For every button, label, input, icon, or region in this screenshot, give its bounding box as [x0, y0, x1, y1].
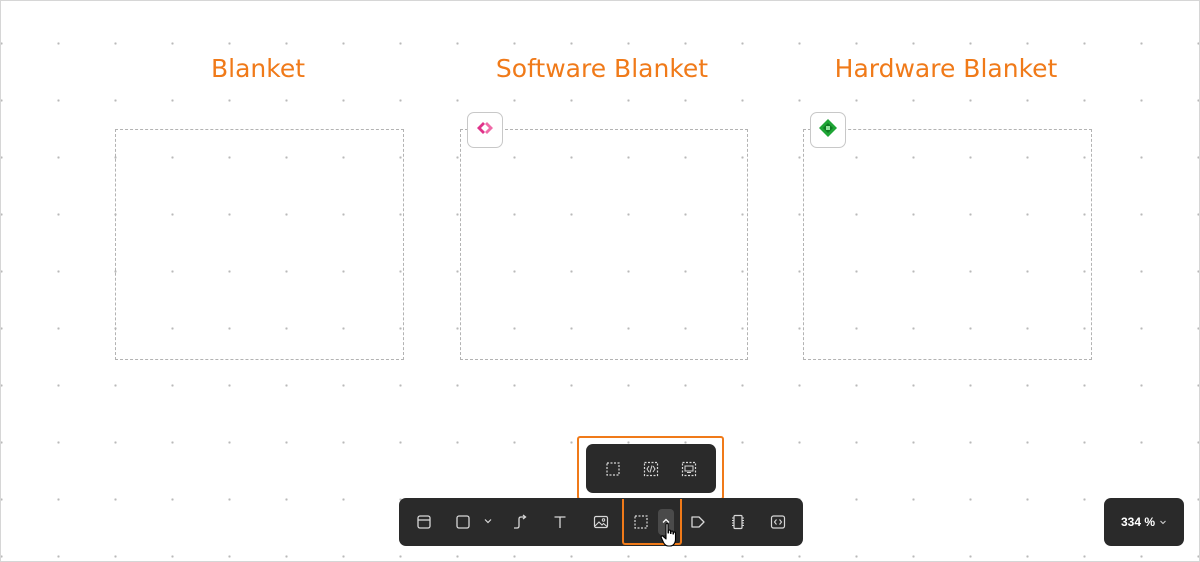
- text-icon: [552, 514, 568, 530]
- frame-tool-button[interactable]: [408, 506, 440, 538]
- zoom-dropdown[interactable]: 334 %: [1104, 498, 1184, 546]
- blanket-icon: [605, 461, 621, 477]
- blanket-title: Blanket: [210, 54, 306, 83]
- hand-cursor-icon: [660, 522, 678, 553]
- zoom-chevron-down-icon: [1159, 515, 1167, 529]
- connector-tool-button[interactable]: [504, 506, 536, 538]
- rectangle-icon: [455, 514, 471, 530]
- rectangle-tool-button[interactable]: [447, 506, 479, 538]
- popup-software-blanket-button[interactable]: [635, 453, 667, 485]
- hardware-blanket-badge[interactable]: [810, 112, 846, 148]
- hardware-blanket-title: Hardware Blanket: [834, 54, 1058, 83]
- frame-icon: [416, 514, 432, 530]
- blanket-frame[interactable]: [115, 129, 404, 360]
- hardware-blanket-frame[interactable]: [803, 129, 1092, 360]
- tag-icon: [690, 514, 706, 530]
- image-tool-button[interactable]: [585, 506, 617, 538]
- popup-hardware-blanket-button[interactable]: [673, 453, 705, 485]
- shape-chevron-icon: [483, 513, 493, 531]
- software-blanket-badge[interactable]: [467, 112, 503, 148]
- chip-icon: [730, 514, 746, 530]
- shape-options-button[interactable]: [481, 512, 495, 532]
- image-icon: [593, 514, 609, 530]
- code-block-icon: [770, 514, 786, 530]
- software-blanket-title: Software Blanket: [495, 54, 709, 83]
- tag-tool-button[interactable]: [682, 506, 714, 538]
- text-tool-button[interactable]: [544, 506, 576, 538]
- chip-tool-button[interactable]: [722, 506, 754, 538]
- hardware-blanket-icon: [681, 461, 697, 477]
- blanket-type-popup: [586, 444, 716, 493]
- software-blanket-icon: [643, 461, 659, 477]
- canvas[interactable]: Blanket Software Blanket Hardware Blanke…: [0, 0, 1200, 562]
- connector-icon: [512, 514, 528, 530]
- popup-blanket-button[interactable]: [597, 453, 629, 485]
- code-brackets-icon: [475, 118, 495, 143]
- software-blanket-frame[interactable]: [460, 129, 748, 360]
- hardware-gem-icon: [818, 118, 838, 143]
- main-toolbar: [399, 498, 803, 546]
- code-block-tool-button[interactable]: [762, 506, 794, 538]
- zoom-value: 334 %: [1120, 515, 1156, 529]
